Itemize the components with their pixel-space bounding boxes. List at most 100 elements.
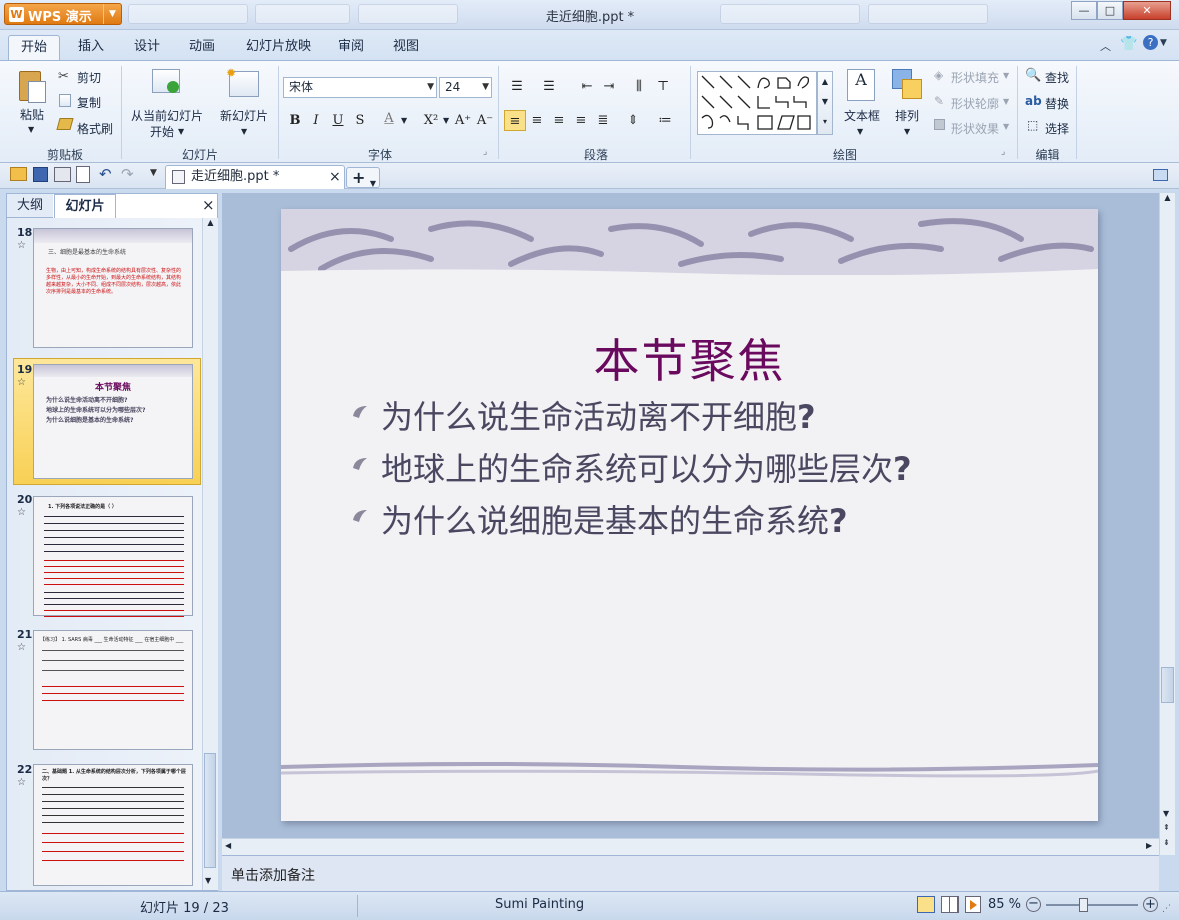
scroll-thumb[interactable] — [1161, 667, 1174, 703]
shrink-font-button[interactable]: A⁻ — [474, 110, 496, 131]
arrange-button[interactable]: 排列 — [895, 107, 919, 124]
chevron-down-icon[interactable]: ▼ — [1003, 97, 1009, 106]
close-tab-icon[interactable]: × — [329, 166, 341, 188]
slide-thumbnail-19[interactable]: 本节聚焦 为什么说生命活动离不开细胞? 地球上的生命系统可以分为哪些层次? 为什… — [33, 364, 193, 479]
maximize-button[interactable]: □ — [1097, 1, 1123, 20]
background-window-tab[interactable] — [255, 4, 350, 24]
slide-thumbnail-21[interactable]: 【练习】 1. SARS 病毒 ___ 生命活动特征 ___ 在宿主细胞中 __… — [33, 630, 193, 750]
editor-vertical-scrollbar[interactable]: ▲ ▼ ⇞ ⇟ — [1159, 193, 1175, 855]
tab-review[interactable]: 审阅 — [326, 35, 376, 60]
new-slide-button[interactable]: 新幻灯片 — [220, 107, 268, 124]
restore-tab-icon[interactable] — [1153, 169, 1168, 181]
chevron-down-icon[interactable]: ▼ — [857, 127, 863, 136]
tab-home[interactable]: 开始 — [8, 35, 61, 60]
background-window-tab[interactable] — [868, 4, 988, 24]
shape-effects-button[interactable]: 形状效果 — [951, 120, 999, 137]
superscript-button[interactable]: X² — [418, 110, 444, 131]
slide-thumbnail-18[interactable]: 三、细胞是最基本的生命系统 生物，由上可知，构成生命系统的结构具有层次性、复杂性… — [33, 228, 193, 348]
find-button[interactable]: 查找 — [1045, 69, 1069, 86]
editor-horizontal-scrollbar[interactable]: ◀ ▶ — [222, 838, 1159, 855]
collapse-ribbon-icon[interactable]: ︿ — [1100, 38, 1111, 54]
dialog-launcher-icon[interactable]: ⌟ — [1001, 147, 1005, 157]
chevron-down-icon[interactable]: ▼ — [1163, 809, 1169, 818]
chevron-down-icon[interactable]: ▼ — [1003, 122, 1009, 131]
bold-button[interactable]: B — [284, 110, 306, 131]
close-panel-icon[interactable]: × — [202, 196, 215, 214]
increase-indent-icon[interactable]: ⇥ — [598, 76, 620, 97]
chevron-down-icon[interactable]: ▼ — [1003, 71, 1009, 80]
scroll-thumb[interactable] — [204, 753, 216, 868]
document-tab[interactable]: 走近细胞.ppt * × — [165, 165, 345, 189]
columns-icon[interactable]: ≔ — [654, 110, 676, 131]
play-from-current-button-line2[interactable]: 开始 — [150, 123, 174, 140]
chevron-right-icon[interactable]: ▶ — [1146, 841, 1152, 850]
tab-view[interactable]: 视图 — [381, 35, 431, 60]
slide-bullet[interactable]: 为什么说生命活动离不开细胞? — [381, 392, 816, 438]
chevron-left-icon[interactable]: ◀ — [225, 841, 231, 850]
paste-icon[interactable] — [15, 69, 49, 107]
chevron-down-icon[interactable]: ▼ — [818, 92, 832, 112]
wps-app-menu-button[interactable]: W WPS 演示 ▼ — [4, 3, 122, 25]
slide-bullet[interactable]: 为什么说细胞是基本的生命系统? — [381, 496, 848, 542]
shape-fill-button[interactable]: 形状填充 — [951, 69, 999, 86]
zoom-in-icon[interactable]: + — [1143, 897, 1158, 912]
font-size-combo[interactable]: 24 ▼ — [439, 77, 492, 98]
chevron-down-icon[interactable]: ▼ — [1160, 38, 1167, 48]
undo-icon[interactable]: ↶ — [99, 165, 112, 183]
distributed-icon[interactable]: ≣ — [592, 110, 614, 131]
slide-title[interactable]: 本节聚焦 — [281, 325, 1098, 391]
tab-slides[interactable]: 幻灯片 — [54, 194, 116, 218]
format-painter-button[interactable]: 格式刷 — [77, 120, 113, 137]
new-tab-button[interactable]: + ▼ — [346, 167, 380, 188]
open-folder-icon[interactable] — [10, 167, 27, 181]
background-window-tab[interactable] — [720, 4, 860, 24]
font-color-button[interactable]: A — [378, 108, 400, 129]
thumbnail-scrollbar[interactable]: ▲ ▼ — [202, 218, 218, 890]
notes-pane[interactable]: 单击添加备注 — [222, 855, 1159, 891]
normal-view-icon[interactable] — [917, 896, 935, 913]
chevron-down-icon[interactable]: ▼ — [28, 125, 34, 134]
play-from-current-button-line1[interactable]: 从当前幻灯片 — [131, 107, 203, 124]
chevron-up-icon[interactable]: ▲ — [203, 218, 218, 232]
slide-sorter-view-icon[interactable] — [941, 896, 959, 913]
slide-thumbnail-22[interactable]: 二、基础题 1. 从生命系统的结构层次分析，下列各项属于哪个层次？ — [33, 764, 193, 886]
tab-design[interactable]: 设计 — [122, 35, 172, 60]
align-text-icon[interactable]: ⊤ — [652, 76, 674, 97]
background-window-tab[interactable] — [128, 4, 248, 24]
print-icon[interactable] — [54, 167, 71, 182]
chevron-down-icon[interactable]: ▼ — [241, 127, 247, 136]
customize-qat-icon[interactable]: ▼ — [150, 168, 157, 178]
skin-icon[interactable]: 👕 — [1120, 36, 1137, 52]
slide-thumbnail-20[interactable]: 1. 下列各项说法正确的是（ ） — [33, 496, 193, 622]
zoom-slider-thumb[interactable] — [1079, 898, 1088, 912]
slide-canvas[interactable]: 本节聚焦 为什么说生命活动离不开细胞? 地球上的生命系统可以分为哪些层次? 为什… — [281, 209, 1098, 821]
align-right-icon[interactable]: ≡ — [548, 110, 570, 131]
text-direction-icon[interactable]: ⫼ — [628, 76, 650, 97]
underline-button[interactable]: U — [327, 110, 349, 131]
shapes-gallery-scroll[interactable]: ▲ ▼ ▾ — [817, 71, 833, 135]
chevron-down-icon[interactable]: ▼ — [401, 116, 407, 125]
shapes-gallery[interactable] — [697, 71, 817, 135]
tab-insert[interactable]: 插入 — [66, 35, 116, 60]
help-icon[interactable]: ? — [1143, 35, 1158, 50]
align-center-icon[interactable]: ≡ — [526, 110, 548, 131]
print-preview-icon[interactable] — [76, 166, 90, 183]
chevron-up-icon[interactable]: ▲ — [818, 72, 832, 92]
font-name-combo[interactable]: 宋体 ▼ — [283, 77, 437, 98]
line-spacing-icon[interactable]: ⇕ — [622, 110, 644, 131]
next-slide-icon[interactable]: ⇟ — [1163, 838, 1170, 847]
tab-slideshow[interactable]: 幻灯片放映 — [234, 35, 323, 60]
align-left-icon[interactable]: ≡ — [504, 110, 526, 131]
select-button[interactable]: 选择 — [1045, 120, 1069, 137]
numbering-icon[interactable]: ☰ — [538, 76, 560, 97]
redo-icon[interactable]: ↷ — [121, 165, 134, 183]
grow-font-button[interactable]: A⁺ — [452, 110, 474, 131]
slide-bullet[interactable]: 地球上的生命系统可以分为哪些层次? — [381, 444, 912, 490]
zoom-out-icon[interactable]: − — [1026, 897, 1041, 912]
bullets-icon[interactable]: ☰ — [506, 76, 528, 97]
chevron-down-icon[interactable]: ▼ — [904, 127, 910, 136]
cut-button[interactable]: 剪切 — [77, 69, 101, 86]
minimize-button[interactable]: — — [1071, 1, 1097, 20]
italic-button[interactable]: I — [305, 110, 327, 131]
slideshow-view-icon[interactable] — [965, 896, 981, 913]
